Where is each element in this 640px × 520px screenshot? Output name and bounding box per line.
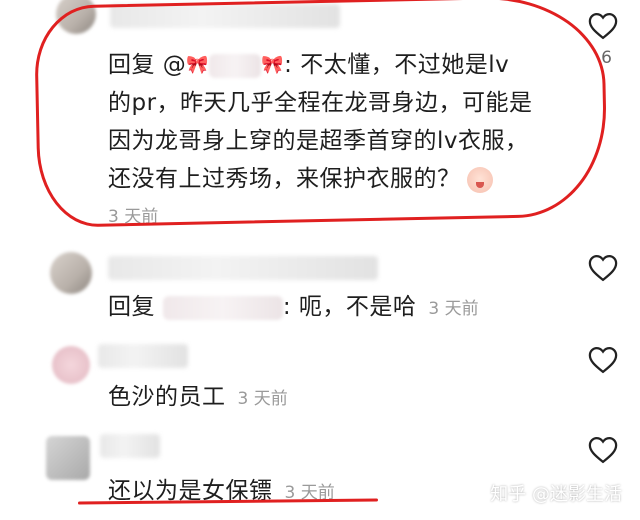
comment-text-line: 回复 : 呃，不是哈 3 天前 bbox=[108, 292, 479, 324]
avatar[interactable] bbox=[52, 346, 90, 384]
crying-face-icon bbox=[466, 166, 493, 193]
comment-text-line-3: 因为龙哥身上穿的是超季首穿的lv衣服， bbox=[108, 126, 529, 156]
reply-prefix: 回复 @ bbox=[108, 52, 187, 78]
username[interactable] bbox=[100, 434, 160, 458]
comment-2: 回复 : 呃，不是哈 3 天前 bbox=[0, 244, 640, 334]
mention-name[interactable] bbox=[209, 53, 262, 78]
avatar[interactable] bbox=[50, 252, 92, 294]
avatar[interactable] bbox=[56, 0, 96, 34]
reply-prefix: 回复 bbox=[108, 294, 155, 320]
comment-text-line: 色沙的员工 3 天前 bbox=[108, 382, 288, 414]
comment-text: : 不太懂，不过她是lv bbox=[284, 52, 510, 78]
mention-name[interactable] bbox=[162, 295, 283, 320]
comment-text: 色沙的员工 bbox=[108, 384, 226, 410]
username[interactable] bbox=[108, 256, 378, 280]
like-count: 6 bbox=[601, 48, 612, 68]
watermark: 知乎 @迷影生活 bbox=[490, 484, 622, 505]
username[interactable] bbox=[110, 4, 340, 28]
comment-text: 的pr，昨天几乎全程在龙哥身边，可能是 bbox=[108, 90, 533, 116]
time-label: 3 天前 bbox=[108, 207, 159, 227]
like-heart-icon[interactable] bbox=[588, 12, 618, 40]
comment-1: 回复 @🎀 🎀: 不太懂，不过她是lv 的pr，昨天几乎全程在龙哥身边，可能是 因… bbox=[0, 0, 640, 228]
avatar[interactable] bbox=[46, 436, 90, 480]
username[interactable] bbox=[98, 344, 188, 368]
comment-text-line-1: 回复 @🎀 🎀: 不太懂，不过她是lv bbox=[108, 50, 509, 81]
comment-text: 还没有上过秀场，来保护衣服的？ bbox=[108, 166, 461, 192]
bow-icon: 🎀 bbox=[261, 54, 285, 76]
like-heart-icon[interactable] bbox=[588, 254, 618, 282]
comment-text: 因为龙哥身上穿的是超季首穿的lv衣服， bbox=[108, 128, 529, 154]
time-label: 3 天前 bbox=[428, 299, 479, 319]
comment-3: 色沙的员工 3 天前 bbox=[0, 340, 640, 420]
like-heart-icon[interactable] bbox=[588, 436, 618, 464]
comment-time: 3 天前 bbox=[96, 200, 158, 232]
bow-icon: 🎀 bbox=[186, 54, 210, 76]
time-label: 3 天前 bbox=[237, 389, 288, 409]
like-heart-icon[interactable] bbox=[588, 346, 618, 374]
comment-text: : 呃，不是哈 bbox=[282, 294, 417, 320]
comment-text-line-2: 的pr，昨天几乎全程在龙哥身边，可能是 bbox=[108, 88, 533, 118]
comment-text-line-4: 还没有上过秀场，来保护衣服的？ bbox=[108, 164, 493, 194]
